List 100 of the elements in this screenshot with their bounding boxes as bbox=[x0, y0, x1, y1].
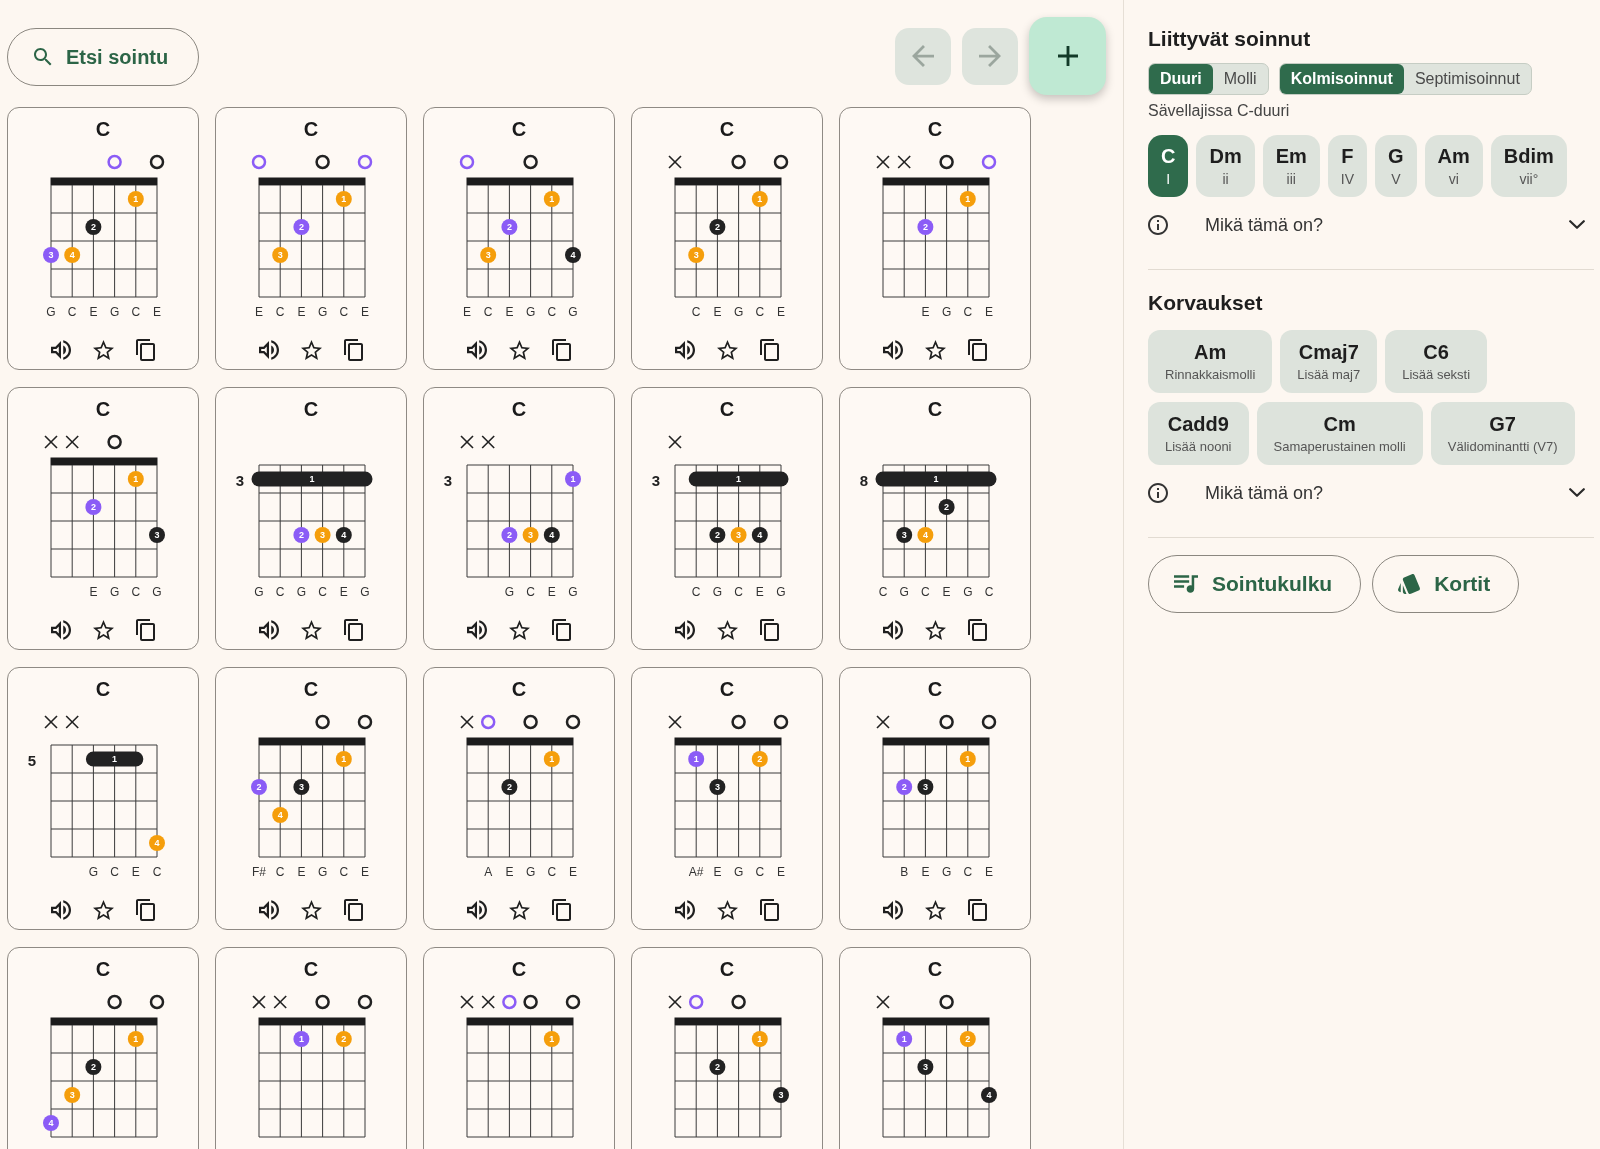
finger-dot: 1 bbox=[959, 191, 976, 207]
finger-dot: 3 bbox=[149, 527, 165, 543]
cross-icon bbox=[273, 995, 287, 1009]
help-toggle[interactable]: Mikä tämä on? bbox=[1148, 207, 1594, 243]
finger-dot: 2 bbox=[501, 219, 518, 235]
add-button[interactable] bbox=[1029, 17, 1106, 95]
cross-icon bbox=[65, 435, 79, 449]
segment-button[interactable]: Duuri bbox=[1149, 64, 1213, 94]
finger-dot: 1 bbox=[127, 471, 144, 487]
copy-icon bbox=[967, 899, 987, 921]
finger-dot: 4 bbox=[64, 247, 81, 263]
finger-dot: 1 bbox=[751, 1031, 768, 1047]
substitution-chip[interactable]: G7 Välidominantti (V7) bbox=[1430, 402, 1575, 465]
chord-name: C bbox=[95, 397, 111, 422]
chord-chip[interactable]: Em iii bbox=[1262, 135, 1320, 197]
finger-dot: 1 bbox=[293, 1031, 310, 1047]
finger-dot: 4 bbox=[272, 807, 289, 823]
finger-dot: 1 bbox=[127, 191, 144, 207]
fret-number: 5 bbox=[27, 752, 37, 769]
cross-icon bbox=[65, 715, 79, 729]
cross-icon bbox=[668, 435, 682, 449]
substitution-chip[interactable]: Cm Samaperustainen molli bbox=[1256, 402, 1423, 465]
cross-icon bbox=[44, 715, 58, 729]
chord-chip[interactable]: F IV bbox=[1327, 135, 1368, 197]
finger-dot: 3 bbox=[917, 1059, 934, 1075]
barre-bar: 1 bbox=[251, 471, 373, 487]
note-label: E bbox=[361, 865, 369, 879]
search-icon bbox=[34, 48, 52, 66]
finger-dot: 2 bbox=[959, 1031, 976, 1047]
chord-name: C bbox=[511, 677, 527, 702]
note-label: G bbox=[776, 585, 786, 599]
note-label: C bbox=[963, 305, 973, 319]
finger-dot: 4 bbox=[751, 527, 768, 543]
finger-dot: 2 bbox=[709, 527, 726, 543]
note-label: G bbox=[296, 585, 307, 599]
arrow-right-icon bbox=[979, 45, 1001, 67]
note-label: E bbox=[505, 305, 514, 319]
finger-dot: 4 bbox=[543, 527, 560, 543]
speaker-icon bbox=[675, 900, 695, 920]
note-label: A# bbox=[688, 865, 704, 879]
chord-chip[interactable]: Bdim vii° bbox=[1490, 135, 1567, 197]
chord-chip[interactable]: Am vi bbox=[1424, 135, 1483, 197]
segment-button[interactable]: Kolmisoinnut bbox=[1279, 64, 1404, 94]
note-label: E bbox=[777, 305, 785, 319]
note-label: E bbox=[755, 585, 764, 599]
note-label: C bbox=[67, 305, 77, 319]
speaker-icon bbox=[259, 620, 279, 640]
speaker-icon bbox=[51, 900, 71, 920]
fret-number: 3 bbox=[235, 472, 245, 489]
cross-icon bbox=[668, 155, 682, 169]
note-label: C bbox=[275, 305, 285, 319]
chord-chip[interactable]: Dm ii bbox=[1196, 135, 1255, 197]
barre-bar: 1 bbox=[688, 471, 789, 487]
substitution-chip[interactable]: Cmaj7 Lisää maj7 bbox=[1280, 330, 1378, 393]
substitution-chip[interactable]: C6 Lisää seksti bbox=[1385, 330, 1488, 393]
note-label: E bbox=[297, 305, 306, 319]
chord-chip[interactable]: C I bbox=[1148, 135, 1189, 197]
finger-dot: 2 bbox=[709, 219, 726, 235]
note-label: E bbox=[547, 585, 556, 599]
fret-number: 3 bbox=[443, 472, 453, 489]
help-toggle[interactable]: Mikä tämä on? bbox=[1148, 475, 1594, 511]
note-label: G bbox=[941, 865, 952, 879]
substitution-chip[interactable]: Cadd9 Lisää nooni bbox=[1148, 402, 1249, 465]
finger-dot: 1 bbox=[959, 751, 976, 767]
finger-dot: 1 bbox=[335, 751, 352, 767]
barre-bar: 1 bbox=[85, 751, 144, 767]
finger-dot: 1 bbox=[335, 191, 352, 207]
chord-name: C bbox=[511, 957, 527, 982]
note-label: F# bbox=[252, 865, 266, 879]
arrow-left-icon bbox=[912, 45, 934, 67]
speaker-icon bbox=[883, 900, 903, 920]
finger-dot: 2 bbox=[251, 779, 267, 795]
speaker-icon bbox=[259, 340, 279, 360]
finger-dot: 4 bbox=[981, 1087, 997, 1103]
segment-button[interactable]: Molli bbox=[1212, 64, 1268, 94]
copy-icon bbox=[135, 899, 155, 921]
note-label: C bbox=[755, 305, 765, 319]
note-label: C bbox=[691, 305, 701, 319]
note-label: G bbox=[46, 305, 56, 319]
cross-icon bbox=[876, 715, 890, 729]
speaker-icon bbox=[675, 340, 695, 360]
speaker-icon bbox=[51, 620, 71, 640]
finger-dot: 2 bbox=[501, 779, 518, 795]
note-label: G bbox=[568, 305, 578, 319]
note-label: C bbox=[152, 865, 162, 879]
speaker-icon bbox=[467, 620, 487, 640]
segment-button[interactable]: Septimisoinnut bbox=[1403, 64, 1531, 94]
substitution-chip[interactable]: Am Rinnakkaismolli bbox=[1148, 330, 1273, 393]
chord-chip[interactable]: G V bbox=[1375, 135, 1417, 197]
chord-name: C bbox=[927, 957, 943, 982]
info-icon bbox=[1148, 215, 1168, 235]
copy-icon bbox=[343, 899, 363, 921]
copy-icon bbox=[967, 619, 987, 641]
note-label: G bbox=[152, 585, 162, 599]
copy-icon bbox=[343, 619, 363, 641]
speaker-icon bbox=[467, 900, 487, 920]
note-label: G bbox=[899, 585, 909, 599]
finger-dot: 2 bbox=[501, 527, 518, 543]
note-label: E bbox=[153, 305, 161, 319]
note-label: C bbox=[963, 865, 973, 879]
